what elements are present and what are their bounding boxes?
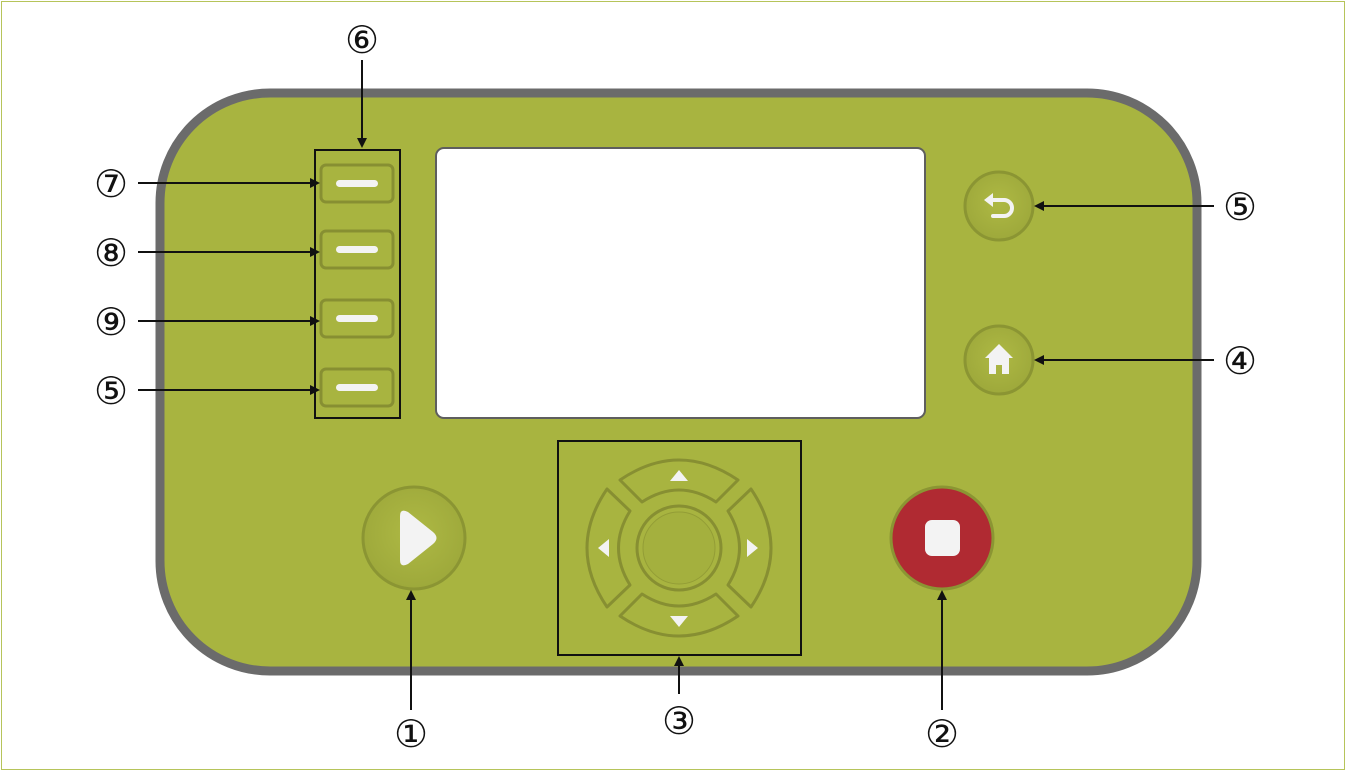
callout-soft-key-3: ⑨ — [94, 300, 128, 344]
callout-soft-key-1: ⑦ — [94, 162, 128, 206]
soft-key-3[interactable] — [319, 298, 395, 339]
soft-key-4[interactable] — [319, 367, 395, 408]
dash-icon — [336, 384, 378, 391]
soft-key-1[interactable] — [319, 163, 395, 204]
stop-icon — [925, 520, 960, 556]
callout-back: ⑤ — [1223, 185, 1257, 229]
callout-stop: ② — [925, 712, 959, 756]
stop-button[interactable] — [889, 485, 995, 591]
home-button[interactable] — [963, 324, 1035, 396]
back-button[interactable] — [963, 170, 1035, 242]
diagram-canvas: ⑥ ⑦ ⑧ ⑨ ⑤ ⑤ ④ ① ③ ② — [94, 18, 1257, 756]
callout-soft-key-group: ⑥ — [345, 18, 379, 62]
callout-nav-pad: ③ — [662, 699, 696, 743]
dash-icon — [336, 315, 378, 322]
start-button[interactable] — [361, 485, 467, 591]
dash-icon — [336, 180, 378, 187]
callout-home: ④ — [1223, 339, 1257, 383]
callout-soft-key-2: ⑧ — [94, 231, 128, 275]
callout-start: ① — [394, 712, 428, 756]
nav-center-inner — [642, 511, 716, 585]
dash-icon — [336, 246, 378, 253]
callout-soft-key-4: ⑤ — [94, 369, 128, 413]
soft-key-2[interactable] — [319, 229, 395, 270]
display-screen — [435, 147, 926, 419]
control-panel-diagram: ⑥ ⑦ ⑧ ⑨ ⑤ ⑤ ④ ① ③ ② — [0, 0, 1348, 773]
